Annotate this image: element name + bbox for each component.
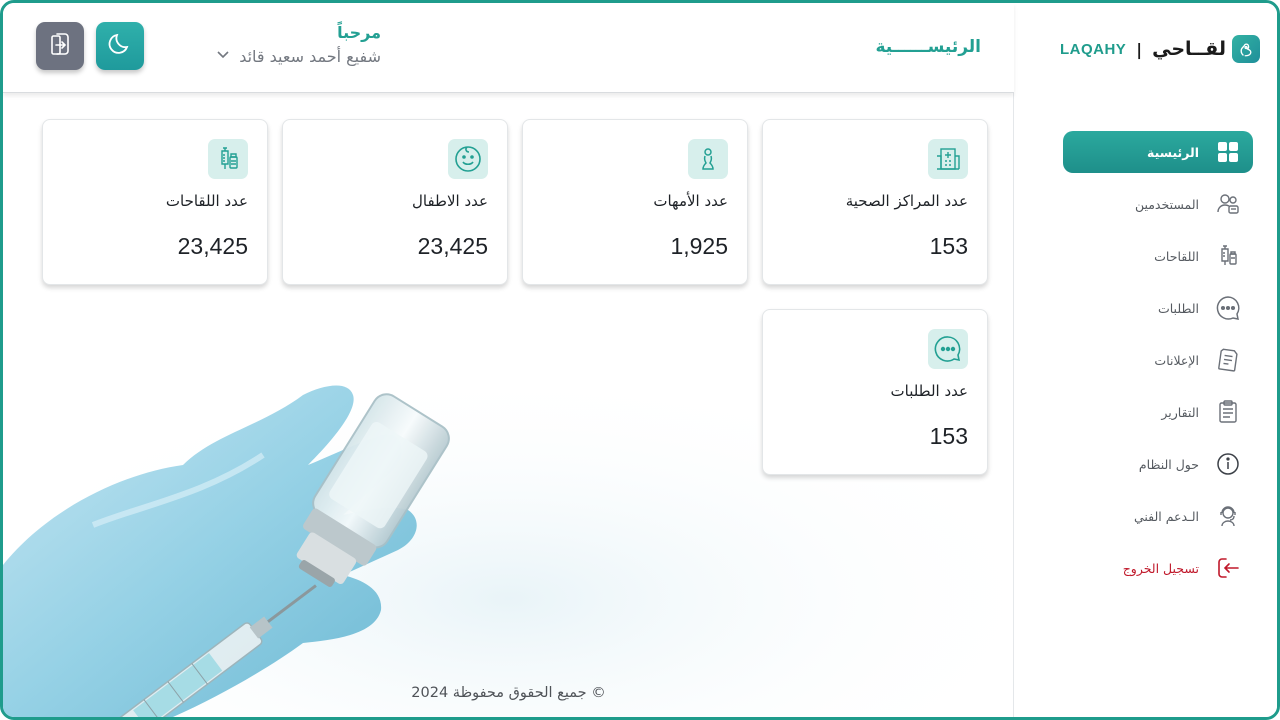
sidebar-item-requests[interactable]: الطلبات [1063,287,1253,329]
sidebar-item-reports[interactable]: التقارير [1063,391,1253,433]
stat-card-health-centers[interactable]: عدد المراكز الصحية 153 [762,119,988,285]
stat-card-children[interactable]: عدد الاطفال 23,425 [282,119,508,285]
chat-bubble-icon [928,329,968,369]
mother-icon [688,139,728,179]
sidebar-nav: الرئيسية المستخدمين اللقاحات الطلبات الإ… [1063,131,1253,599]
sidebar-item-logout[interactable]: تسجيل الخروج [1063,547,1253,589]
top-header: الرئيســــــية مرحباً شفيع أحمد سعيد قائ… [3,3,1014,93]
brand-logo-icon [1232,35,1260,63]
stat-title: عدد اللقاحات [165,192,248,210]
support-icon [1215,503,1241,529]
user-row: شفيع أحمد سعيد قائد [171,46,381,66]
app-frame: لقــاحي | LAQAHY الرئيسية المستخدمين الل… [0,0,1280,720]
info-icon [1215,451,1241,477]
grid-icon [1215,139,1241,165]
stat-value: 23,425 [177,233,248,259]
sidebar-item-label: حول النظام [1138,456,1199,472]
user-menu[interactable]: مرحباً شفيع أحمد سعيد قائد [171,23,381,66]
brand[interactable]: لقــاحي | LAQAHY [1060,33,1260,65]
stat-value: 153 [929,423,968,449]
sidebar-item-label: تسجيل الخروج [1122,560,1199,576]
sidebar-item-label: المستخدمين [1134,196,1199,212]
sidebar-item-label: الـدعم الفني [1133,508,1199,524]
stat-value: 1,925 [670,233,728,259]
brand-name-arabic: لقــاحي [1152,38,1226,60]
brand-separator: | [1136,39,1143,59]
sidebar-item-label: التقارير [1161,404,1199,420]
exit-button[interactable] [36,22,84,70]
hospital-icon [928,139,968,179]
clipboard-icon [1215,399,1241,425]
stat-card-requests[interactable]: عدد الطلبات 153 [762,309,988,475]
brand-name-english: LAQAHY [1059,40,1127,58]
logout-icon [1215,555,1241,581]
announcement-icon [1215,347,1241,373]
stat-title: عدد المراكز الصحية [845,192,968,210]
vaccine-icon [208,139,248,179]
sidebar-item-home[interactable]: الرئيسية [1063,131,1253,173]
sidebar-item-label: الرئيسية [1147,144,1199,160]
dark-mode-toggle-button[interactable] [96,22,144,70]
page-title: الرئيســــــية [875,37,981,57]
main-content: عدد المراكز الصحية 153 عدد الأمهات 1,925… [3,95,1014,717]
moon-icon [107,31,133,61]
sidebar-item-vaccines[interactable]: اللقاحات [1063,235,1253,277]
stat-title: عدد الطلبات [890,382,969,400]
stat-value: 23,425 [417,233,488,259]
copyright-footer: جميع الحقوق محفوظة 2024 © [411,685,606,701]
stat-title: عدد الأمهات [653,192,728,210]
sidebar-item-label: الطلبات [1157,300,1199,316]
users-icon [1215,191,1241,217]
chat-bubble-icon [1215,295,1241,321]
stat-title: عدد الاطفال [412,192,488,210]
exit-icon [46,30,74,62]
stat-value: 153 [929,233,968,259]
stat-card-mothers[interactable]: عدد الأمهات 1,925 [522,119,748,285]
child-face-icon [448,139,488,179]
chevron-down-icon[interactable] [215,46,231,66]
sidebar-item-label: الإعلانات [1154,352,1199,368]
sidebar-item-announcements[interactable]: الإعلانات [1063,339,1253,381]
sidebar-item-users[interactable]: المستخدمين [1063,183,1253,225]
sidebar-item-label: اللقاحات [1154,248,1199,264]
sidebar: لقــاحي | LAQAHY الرئيسية المستخدمين الل… [1013,3,1277,717]
user-name: شفيع أحمد سعيد قائد [239,46,381,66]
sidebar-item-support[interactable]: الـدعم الفني [1063,495,1253,537]
vaccine-icon [1215,243,1241,269]
welcome-text: مرحباً [337,23,381,42]
stat-card-vaccines[interactable]: عدد اللقاحات 23,425 [42,119,268,285]
sidebar-item-about[interactable]: حول النظام [1063,443,1253,485]
